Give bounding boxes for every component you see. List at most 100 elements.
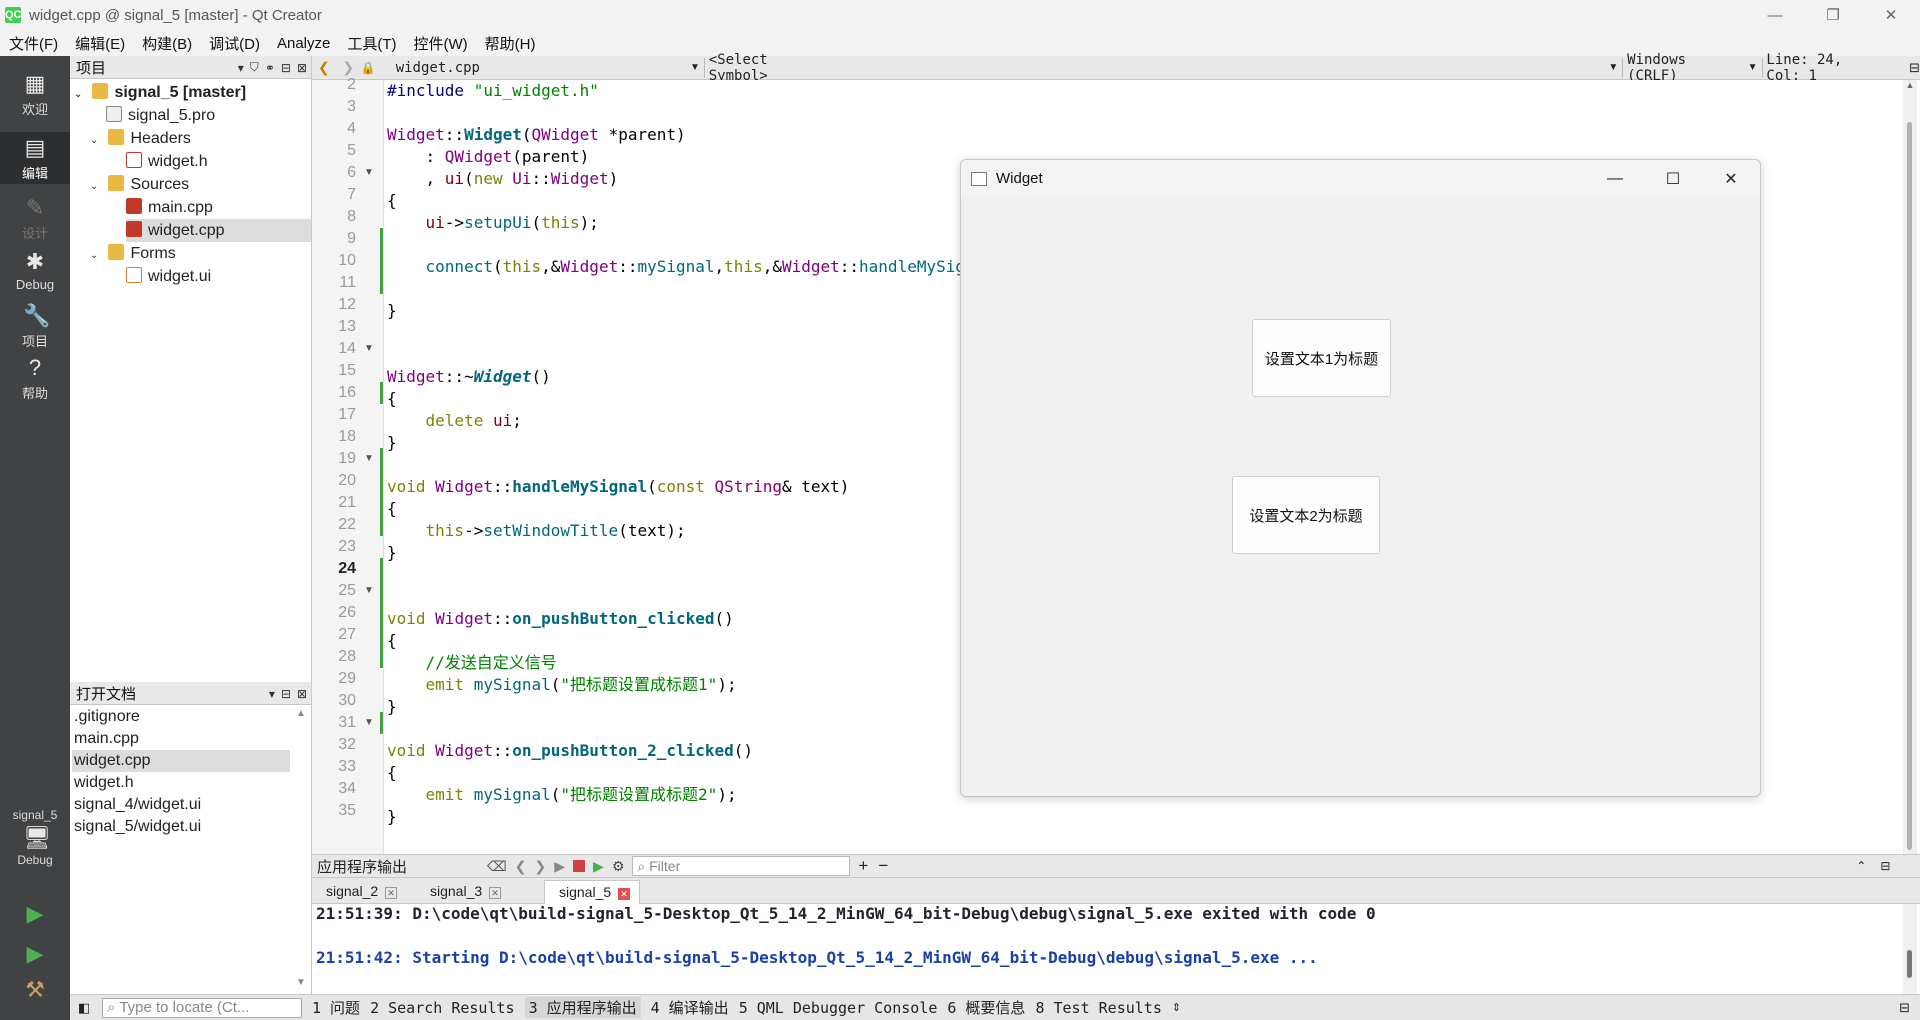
- scroll-up-icon[interactable]: ▲: [293, 708, 309, 719]
- gear-icon[interactable]: ⚙: [612, 858, 625, 875]
- next-item-icon[interactable]: ❯: [535, 858, 547, 875]
- open-documents-scrollbar[interactable]: ▲ ▼: [293, 708, 309, 988]
- menu-help[interactable]: 帮助(H): [476, 33, 544, 54]
- fold-marker-icon[interactable]: ▼: [364, 712, 376, 734]
- split-icon[interactable]: ⊟: [1909, 60, 1920, 76]
- output-tab-signal-5[interactable]: signal_5 ✕: [544, 880, 640, 904]
- chevron-down-icon[interactable]: ▼: [1748, 62, 1758, 73]
- split-icon[interactable]: ⊟: [281, 61, 291, 75]
- widget-maximize-button[interactable]: ☐: [1644, 160, 1702, 197]
- scroll-down-icon[interactable]: ▼: [293, 977, 309, 988]
- set-title-2-button[interactable]: 设置文本2为标题: [1232, 476, 1380, 554]
- scrollbar-thumb[interactable]: [1907, 122, 1912, 850]
- minimize-button[interactable]: —: [1746, 0, 1804, 30]
- tree-item-main-cpp[interactable]: main.cpp: [126, 196, 213, 219]
- set-title-1-button[interactable]: 设置文本1为标题: [1252, 319, 1391, 397]
- menu-tools[interactable]: 工具(T): [338, 33, 404, 54]
- stop-icon[interactable]: [573, 860, 586, 872]
- toggle-output-icon[interactable]: ⊟: [1899, 1000, 1910, 1016]
- status-tab-test-results[interactable]: 8 Test Results: [1035, 999, 1161, 1017]
- close-tab-icon[interactable]: ✕: [385, 887, 398, 899]
- menu-file[interactable]: 文件(F): [0, 33, 66, 54]
- chevron-down-icon[interactable]: ▼: [690, 62, 700, 73]
- status-tab-search-results[interactable]: 2 Search Results: [370, 999, 515, 1017]
- menu-build[interactable]: 构建(B): [133, 33, 200, 54]
- dropdown-icon[interactable]: ▾: [238, 61, 244, 75]
- chevron-down-icon[interactable]: ▼: [1608, 62, 1618, 73]
- scroll-up-icon[interactable]: ▲: [1903, 80, 1917, 90]
- kit-selector[interactable]: signal_5 🖥 Debug: [0, 808, 70, 878]
- mode-edit[interactable]: ▤ 编辑: [0, 132, 70, 184]
- menu-analyze[interactable]: Analyze: [268, 35, 338, 52]
- locator-input[interactable]: ⌕ Type to locate (Ct...: [102, 997, 302, 1018]
- status-tab-issues[interactable]: 1 问题: [312, 997, 360, 1018]
- open-doc-item[interactable]: main.cpp: [72, 728, 290, 750]
- open-doc-item[interactable]: signal_4/widget.ui: [72, 794, 290, 816]
- chevron-down-icon[interactable]: ⌄: [90, 175, 104, 198]
- clear-output-icon[interactable]: ⌫: [487, 858, 507, 875]
- cursor-position[interactable]: Line: 24, Col: 1: [1766, 52, 1879, 84]
- output-console[interactable]: 21:51:39: D:\code\qt\build-signal_5-Desk…: [312, 904, 1902, 994]
- open-doc-item[interactable]: signal_5/widget.ui: [72, 816, 290, 838]
- status-tab-compile-output[interactable]: 4 编译输出: [651, 997, 729, 1018]
- output-filter-input[interactable]: ⌕ Filter: [632, 856, 851, 876]
- split-icon[interactable]: ⊟: [281, 687, 291, 701]
- tree-item-headers[interactable]: ⌄ Headers: [90, 127, 191, 150]
- editor-scrollbar[interactable]: ▲: [1903, 80, 1917, 854]
- menu-debug[interactable]: 调试(D): [200, 33, 268, 54]
- status-tab-general-messages[interactable]: 6 概要信息: [947, 997, 1025, 1018]
- output-scrollbar[interactable]: [1903, 904, 1917, 994]
- close-pane-icon[interactable]: ⊠: [297, 61, 307, 75]
- status-tab-app-output[interactable]: 3 应用程序输出: [524, 997, 641, 1018]
- fold-marker-icon[interactable]: ▼: [364, 162, 376, 184]
- chevron-down-icon[interactable]: ⌄: [90, 129, 104, 152]
- dropdown-icon[interactable]: ▾: [269, 687, 275, 701]
- open-doc-item[interactable]: .gitignore: [72, 706, 290, 728]
- close-pane-icon[interactable]: ⊠: [297, 687, 307, 701]
- open-doc-item[interactable]: widget.cpp: [72, 750, 290, 772]
- chevron-down-icon[interactable]: ⌄: [74, 83, 88, 106]
- mode-help[interactable]: ? 帮助: [0, 356, 70, 406]
- prev-item-icon[interactable]: ❮: [515, 858, 527, 875]
- current-file-selector[interactable]: widget.cpp: [396, 60, 480, 76]
- rerun-icon[interactable]: ▶: [554, 858, 565, 875]
- toggle-sidebar-icon[interactable]: ◧: [78, 1000, 90, 1016]
- run-button[interactable]: ▶: [0, 902, 70, 932]
- menu-edit[interactable]: 编辑(E): [66, 33, 133, 54]
- mode-design[interactable]: ✎ 设计: [0, 196, 70, 246]
- maximize-pane-icon[interactable]: ⌃: [1856, 859, 1866, 873]
- tree-item-widget-ui[interactable]: widget.ui: [126, 265, 211, 288]
- close-button[interactable]: ✕: [1862, 0, 1920, 30]
- fold-marker-icon[interactable]: ▼: [364, 448, 376, 470]
- mode-welcome[interactable]: ▦ 欢迎: [0, 72, 70, 122]
- build-button[interactable]: ⚒: [0, 978, 70, 1008]
- output-tab-signal-3[interactable]: signal_3 ✕: [416, 880, 516, 904]
- tree-item-sources[interactable]: ⌄ Sources: [90, 173, 189, 196]
- attach-debugger-icon[interactable]: ▶: [593, 858, 604, 875]
- scrollbar-thumb[interactable]: [1907, 950, 1912, 978]
- status-tab-qml-debugger[interactable]: 5 QML Debugger Console: [739, 999, 938, 1017]
- close-tab-icon[interactable]: ✕: [489, 887, 502, 899]
- open-doc-item[interactable]: widget.h: [72, 772, 290, 794]
- menu-controls[interactable]: 控件(W): [405, 33, 476, 54]
- zoom-in-icon[interactable]: +: [858, 856, 868, 876]
- chevron-down-icon[interactable]: ⌄: [90, 244, 104, 267]
- mode-projects[interactable]: 🔧 项目: [0, 304, 70, 354]
- tree-item-pro[interactable]: signal_5.pro: [106, 104, 215, 127]
- tree-item-project[interactable]: ⌄ signal_5 [master]: [74, 81, 246, 104]
- widget-minimize-button[interactable]: —: [1586, 160, 1644, 197]
- close-pane-icon[interactable]: ⊟: [1880, 859, 1890, 873]
- mode-debug[interactable]: ✱ Debug: [0, 250, 70, 300]
- fold-marker-icon[interactable]: ▼: [364, 338, 376, 360]
- up-down-arrow-icon[interactable]: ⇕: [1172, 1001, 1181, 1014]
- line-ending-selector[interactable]: Windows (CRLF): [1627, 52, 1726, 84]
- filter-icon[interactable]: ⛉: [250, 60, 259, 75]
- widget-close-button[interactable]: ✕: [1702, 160, 1760, 197]
- close-tab-icon[interactable]: ✕: [618, 888, 631, 900]
- output-tab-signal-2[interactable]: signal_2 ✕: [312, 880, 412, 904]
- zoom-out-icon[interactable]: −: [878, 856, 888, 876]
- debug-run-button[interactable]: ▶: [0, 942, 70, 972]
- symbol-selector[interactable]: <Select Symbol>: [709, 52, 815, 84]
- fold-marker-icon[interactable]: ▼: [364, 580, 376, 602]
- tree-item-forms[interactable]: ⌄ Forms: [90, 242, 176, 265]
